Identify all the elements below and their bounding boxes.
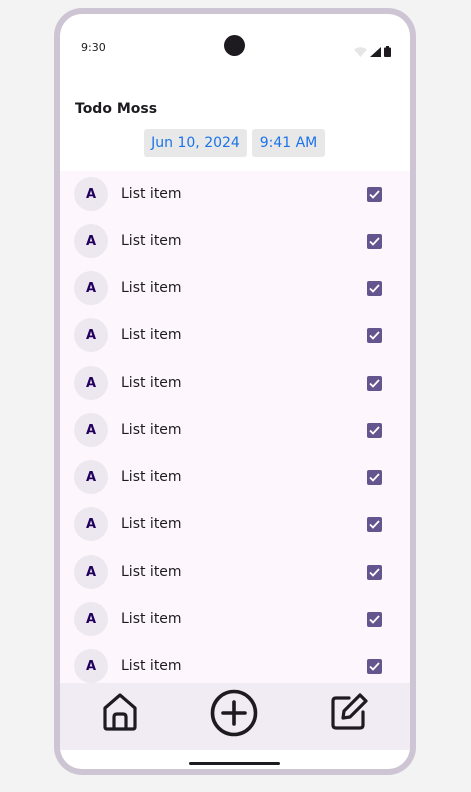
signal-icon xyxy=(370,44,381,62)
list-item[interactable]: A List item xyxy=(60,643,410,686)
screen: 9:30 Todo Moss Jun 10, 2024 9:41 AM A Li… xyxy=(60,14,410,769)
camera-cutout xyxy=(224,35,245,56)
list-item[interactable]: A List item xyxy=(60,218,410,265)
avatar: A xyxy=(74,602,108,636)
page-title: Todo Moss xyxy=(75,101,158,117)
wifi-icon xyxy=(354,44,367,62)
checkbox[interactable] xyxy=(367,470,382,485)
avatar: A xyxy=(74,224,108,258)
checkbox[interactable] xyxy=(367,565,382,580)
list-item-label: List item xyxy=(121,469,182,485)
time-chip[interactable]: 9:41 AM xyxy=(252,129,325,157)
list-item-label: List item xyxy=(121,186,182,202)
checkbox[interactable] xyxy=(367,281,382,296)
checkbox[interactable] xyxy=(367,328,382,343)
checkbox[interactable] xyxy=(367,187,382,202)
status-time: 9:30 xyxy=(81,41,106,54)
list-item[interactable]: A List item xyxy=(60,501,410,548)
todo-list: A List item A List item A List item A Li… xyxy=(60,171,410,686)
list-item-label: List item xyxy=(121,327,182,343)
list-item[interactable]: A List item xyxy=(60,312,410,359)
list-item-label: List item xyxy=(121,375,182,391)
avatar: A xyxy=(74,413,108,447)
checkbox[interactable] xyxy=(367,517,382,532)
battery-icon xyxy=(384,44,391,62)
list-item[interactable]: A List item xyxy=(60,171,410,218)
add-circle-icon xyxy=(210,689,258,742)
add-button[interactable] xyxy=(210,689,258,742)
bottom-nav xyxy=(60,683,410,750)
list-item[interactable]: A List item xyxy=(60,360,410,407)
phone-frame: 9:30 Todo Moss Jun 10, 2024 9:41 AM A Li… xyxy=(54,8,416,775)
edit-icon xyxy=(329,692,369,737)
avatar: A xyxy=(74,366,108,400)
list-item-label: List item xyxy=(121,611,182,627)
status-bar: 9:30 xyxy=(60,14,410,74)
list-item-label: List item xyxy=(121,280,182,296)
home-button[interactable] xyxy=(100,692,140,737)
avatar: A xyxy=(74,649,108,683)
avatar: A xyxy=(74,177,108,211)
edit-button[interactable] xyxy=(328,692,370,737)
list-item-label: List item xyxy=(121,233,182,249)
gesture-bar[interactable] xyxy=(189,762,280,765)
home-icon xyxy=(101,692,139,737)
list-item-label: List item xyxy=(121,516,182,532)
avatar: A xyxy=(74,460,108,494)
checkbox[interactable] xyxy=(367,423,382,438)
list-item[interactable]: A List item xyxy=(60,596,410,643)
list-item-label: List item xyxy=(121,564,182,580)
list-item[interactable]: A List item xyxy=(60,407,410,454)
date-chip[interactable]: Jun 10, 2024 xyxy=(144,129,247,157)
avatar: A xyxy=(74,318,108,352)
checkbox[interactable] xyxy=(367,376,382,391)
list-item-label: List item xyxy=(121,422,182,438)
checkbox[interactable] xyxy=(367,659,382,674)
list-item[interactable]: A List item xyxy=(60,454,410,501)
checkbox[interactable] xyxy=(367,612,382,627)
checkbox[interactable] xyxy=(367,234,382,249)
avatar: A xyxy=(74,271,108,305)
list-item-label: List item xyxy=(121,658,182,674)
status-icons xyxy=(354,44,391,62)
avatar: A xyxy=(74,507,108,541)
list-item[interactable]: A List item xyxy=(60,265,410,312)
list-item[interactable]: A List item xyxy=(60,549,410,596)
avatar: A xyxy=(74,555,108,589)
